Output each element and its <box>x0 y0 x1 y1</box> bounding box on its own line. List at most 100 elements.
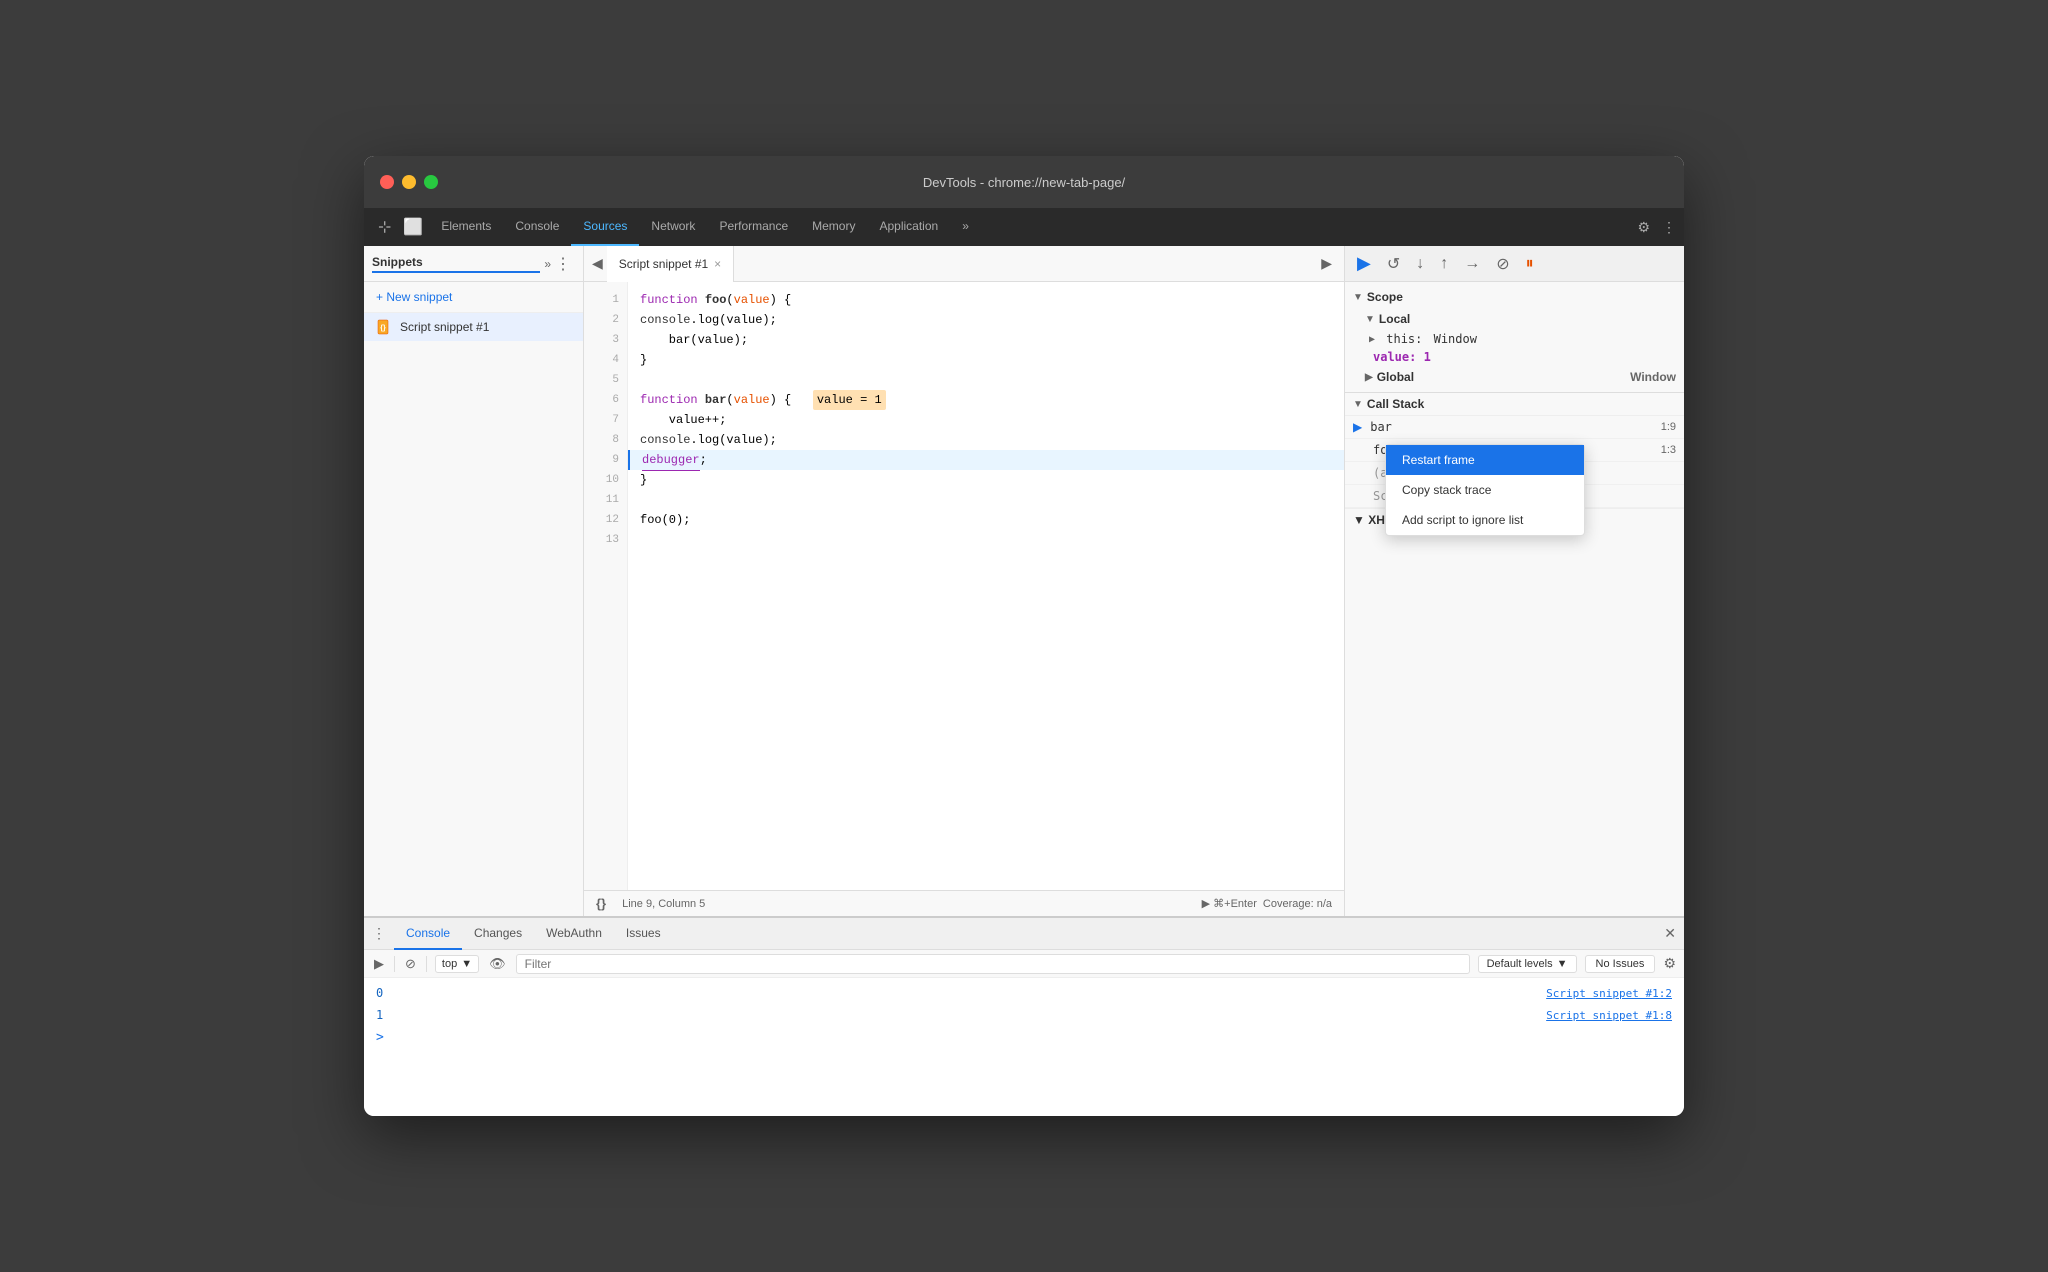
context-arrow-icon: ▼ <box>461 958 472 970</box>
console-prompt-line[interactable]: > <box>364 1026 1684 1048</box>
code-line-9: debugger; <box>628 450 1344 470</box>
main-tabs-bar: ⊹ ⬜ Elements Console Sources Network Per… <box>364 208 1684 246</box>
sidebar-chevron-icon[interactable]: » <box>544 257 551 271</box>
resume-button[interactable]: ▶ <box>1353 249 1375 278</box>
close-button[interactable] <box>380 175 394 189</box>
global-arrow-icon: ▶ <box>1365 372 1373 383</box>
console-value-0: 0 <box>376 986 416 1000</box>
step-into-button[interactable]: ↓ <box>1412 251 1428 277</box>
content-area: Snippets » ⋮ + New snippet {} Script sni… <box>364 246 1684 916</box>
run-shortcut[interactable]: ▶ ⌘+Enter <box>1202 897 1257 910</box>
tab-console[interactable]: Console <box>503 208 571 246</box>
separator-2 <box>426 956 427 972</box>
console-output-line-1: 1 Script snippet #1:8 <box>364 1004 1684 1026</box>
console-eye-icon[interactable]: 👁 <box>487 954 508 974</box>
bottom-tabs: ⋮ Console Changes WebAuthn Issues ✕ <box>364 918 1684 950</box>
active-frame-icon: ▶ <box>1353 420 1362 434</box>
tab-sources[interactable]: Sources <box>571 208 639 246</box>
devtools-window: DevTools - chrome://new-tab-page/ ⊹ ⬜ El… <box>364 156 1684 1116</box>
bottom-tab-console[interactable]: Console <box>394 918 462 950</box>
callstack-item-bar[interactable]: ▶ bar 1:9 Restart frame Copy stack trace… <box>1345 416 1684 439</box>
global-value: Window <box>1630 370 1676 384</box>
editor-area: ◀ Script snippet #1 × ▶ 1 2 3 4 5 6 7 8 <box>584 246 1344 916</box>
bottom-tab-issues[interactable]: Issues <box>614 918 673 950</box>
console-output: 0 Script snippet #1:2 1 Script snippet #… <box>364 978 1684 1116</box>
maximize-button[interactable] <box>424 175 438 189</box>
console-prompt-icon: > <box>376 1030 384 1045</box>
frame-bar-name: bar <box>1370 420 1660 434</box>
sidebar: Snippets » ⋮ + New snippet {} Script sni… <box>364 246 584 916</box>
bottom-tab-webauthn[interactable]: WebAuthn <box>534 918 614 950</box>
console-filter-input[interactable] <box>516 954 1470 974</box>
editor-run-icon[interactable]: ▶ <box>1313 251 1340 276</box>
ctx-add-to-ignore-list[interactable]: Add script to ignore list <box>1386 505 1584 535</box>
editor-tab-snippet1[interactable]: Script snippet #1 × <box>607 246 734 282</box>
code-line-11 <box>628 490 1344 510</box>
levels-label: Default levels <box>1487 958 1553 970</box>
status-run: ▶ ⌘+Enter Coverage: n/a <box>1202 897 1332 910</box>
code-line-8: console.log(value); <box>628 430 1344 450</box>
this-arrow-icon: ▶ <box>1369 334 1375 345</box>
cursor-icon[interactable]: ⊹ <box>372 217 397 237</box>
bottom-menu-icon[interactable]: ⋮ <box>372 925 386 942</box>
console-source-0[interactable]: Script snippet #1:2 <box>1546 987 1672 1000</box>
snippet-item[interactable]: {} Script snippet #1 <box>364 313 583 341</box>
console-issues-button[interactable]: No Issues <box>1585 955 1656 973</box>
context-label: top <box>442 958 457 970</box>
tab-more[interactable]: » <box>950 208 981 246</box>
code-line-4: } <box>628 350 1344 370</box>
minimize-button[interactable] <box>402 175 416 189</box>
bottom-tab-changes[interactable]: Changes <box>462 918 534 950</box>
code-line-1: function foo(value) { <box>628 290 1344 310</box>
tab-memory[interactable]: Memory <box>800 208 867 246</box>
editor-status-bar: {} Line 9, Column 5 ▶ ⌘+Enter Coverage: … <box>584 890 1344 916</box>
window-title: DevTools - chrome://new-tab-page/ <box>923 175 1125 190</box>
bottom-panel: ⋮ Console Changes WebAuthn Issues ✕ ▶ ⊘ … <box>364 916 1684 1116</box>
step-over-button[interactable]: ↺ <box>1383 250 1404 278</box>
console-run-icon[interactable]: ▶ <box>372 954 386 974</box>
new-snippet-button[interactable]: + New snippet <box>364 282 583 313</box>
step-button[interactable]: → <box>1460 251 1484 277</box>
console-levels-selector[interactable]: Default levels ▼ <box>1478 955 1577 973</box>
console-output-line-0: 0 Script snippet #1:2 <box>364 982 1684 1004</box>
cursor-location: Line 9, Column 5 <box>622 898 705 910</box>
scope-header[interactable]: ▼ Scope <box>1345 286 1684 308</box>
console-context-selector[interactable]: top ▼ <box>435 955 479 973</box>
code-lines[interactable]: function foo(value) { console.log(value)… <box>628 282 1344 890</box>
tab-performance[interactable]: Performance <box>707 208 800 246</box>
sidebar-menu-button[interactable]: ⋮ <box>551 252 575 276</box>
sidebar-header: Snippets » ⋮ <box>364 246 583 282</box>
editor-tab-close-icon[interactable]: × <box>714 257 721 271</box>
kebab-icon[interactable]: ⋮ <box>1662 219 1676 236</box>
callstack-header[interactable]: ▼ Call Stack <box>1345 393 1684 416</box>
local-scope-header[interactable]: ▼ Local <box>1345 308 1684 330</box>
console-settings-icon[interactable]: ⚙ <box>1663 955 1676 972</box>
scope-title: Scope <box>1367 290 1403 304</box>
device-icon[interactable]: ⬜ <box>397 217 429 237</box>
deactivate-button[interactable]: ⊘ <box>1492 250 1513 278</box>
line-numbers: 1 2 3 4 5 6 7 8 9 10 11 12 13 <box>584 282 628 890</box>
this-scope-item: ▶ this: Window <box>1345 330 1684 348</box>
code-line-12: foo(0); <box>628 510 1344 530</box>
settings-icon[interactable]: ⚙ <box>1637 219 1650 236</box>
editor-nav-icon[interactable]: ◀ <box>588 251 607 276</box>
console-source-1[interactable]: Script snippet #1:8 <box>1546 1009 1672 1022</box>
scope-arrow-icon: ▼ <box>1353 292 1363 303</box>
tab-network[interactable]: Network <box>639 208 707 246</box>
tab-application[interactable]: Application <box>867 208 950 246</box>
console-block-icon[interactable]: ⊘ <box>403 954 418 974</box>
console-toolbar: ▶ ⊘ top ▼ 👁 Default levels ▼ No Issues ⚙ <box>364 950 1684 978</box>
snippet-file-icon: {} <box>376 319 392 335</box>
tab-elements[interactable]: Elements <box>429 208 503 246</box>
main-tab-actions: ⚙ ⋮ <box>1637 219 1676 236</box>
local-title: Local <box>1379 312 1410 326</box>
ctx-copy-stack-trace[interactable]: Copy stack trace <box>1386 475 1584 505</box>
global-scope-header[interactable]: ▶ Global Window <box>1345 366 1684 388</box>
console-value-1: 1 <box>376 1008 416 1022</box>
frame-foo-loc: 1:3 <box>1661 444 1676 456</box>
format-icon[interactable]: {} <box>596 896 606 911</box>
ctx-restart-frame[interactable]: Restart frame <box>1386 445 1584 475</box>
bottom-close-icon[interactable]: ✕ <box>1664 925 1676 942</box>
step-out-button[interactable]: ↑ <box>1436 251 1452 277</box>
pause-exceptions-button[interactable]: ⏸ <box>1522 251 1538 277</box>
